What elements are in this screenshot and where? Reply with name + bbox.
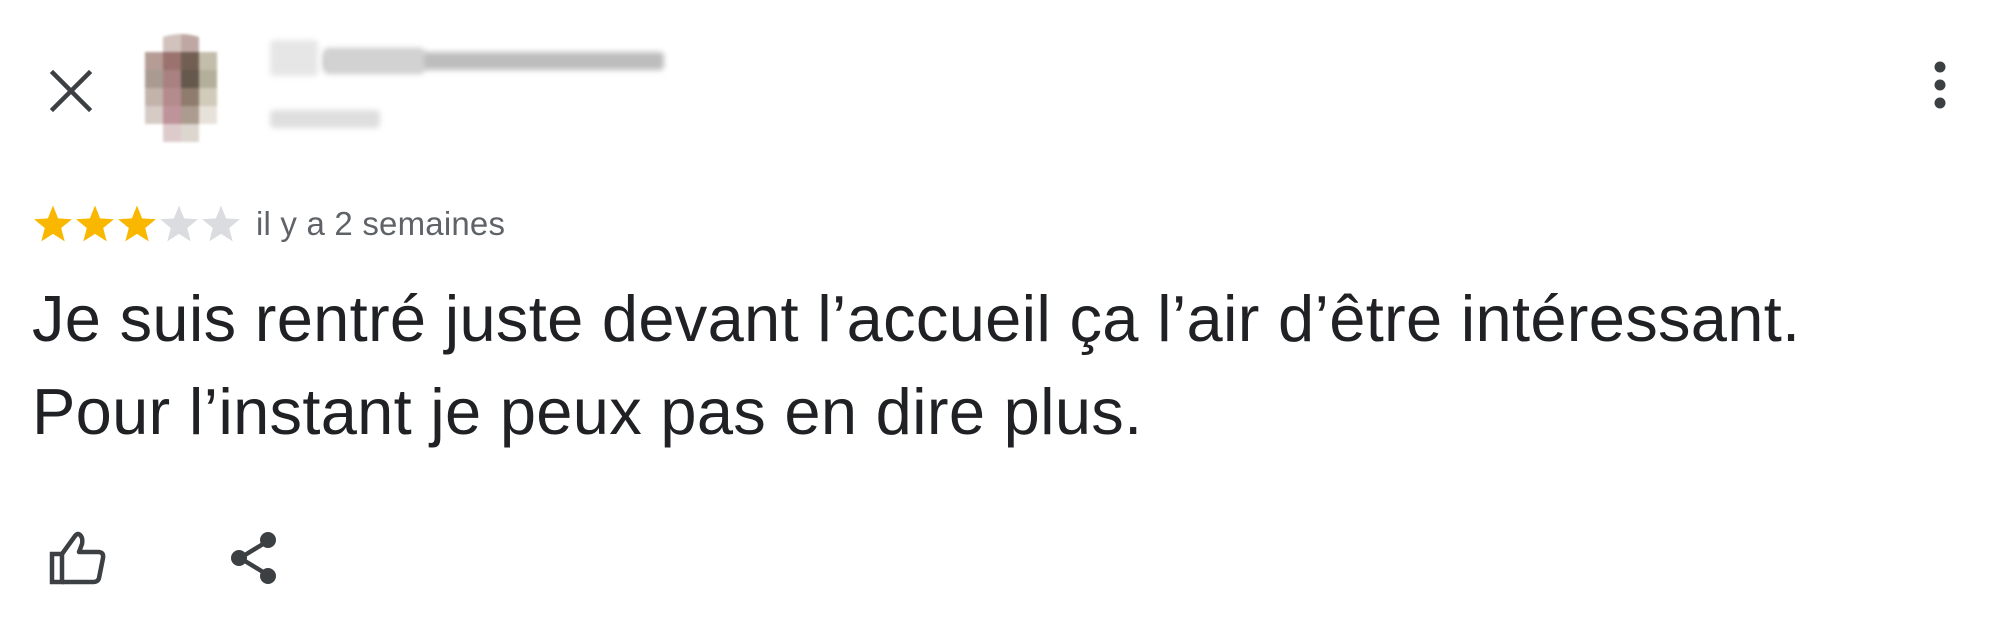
star-filled-icon xyxy=(118,205,156,242)
review-header xyxy=(0,0,1992,170)
close-button[interactable] xyxy=(36,56,106,126)
star-filled-icon xyxy=(34,205,72,242)
reviewer-name-redacted[interactable] xyxy=(270,34,670,144)
share-icon xyxy=(231,532,276,584)
star-empty-icon xyxy=(202,205,240,242)
review-actions xyxy=(40,520,292,596)
review-date: il y a 2 semaines xyxy=(256,205,506,242)
star-empty-icon xyxy=(160,205,198,242)
close-icon xyxy=(49,69,93,113)
more-vert-icon xyxy=(1934,61,1946,109)
like-button[interactable] xyxy=(40,520,116,596)
star-rating xyxy=(32,203,242,245)
thumb-up-icon xyxy=(49,531,106,585)
share-button[interactable] xyxy=(216,520,292,596)
rating-row: il y a 2 semaines xyxy=(32,198,505,250)
star-filled-icon xyxy=(76,205,114,242)
more-options-button[interactable] xyxy=(1910,50,1970,120)
review-text: Je suis rentré juste devant l’accueil ça… xyxy=(32,282,1801,448)
avatar[interactable] xyxy=(125,34,237,146)
